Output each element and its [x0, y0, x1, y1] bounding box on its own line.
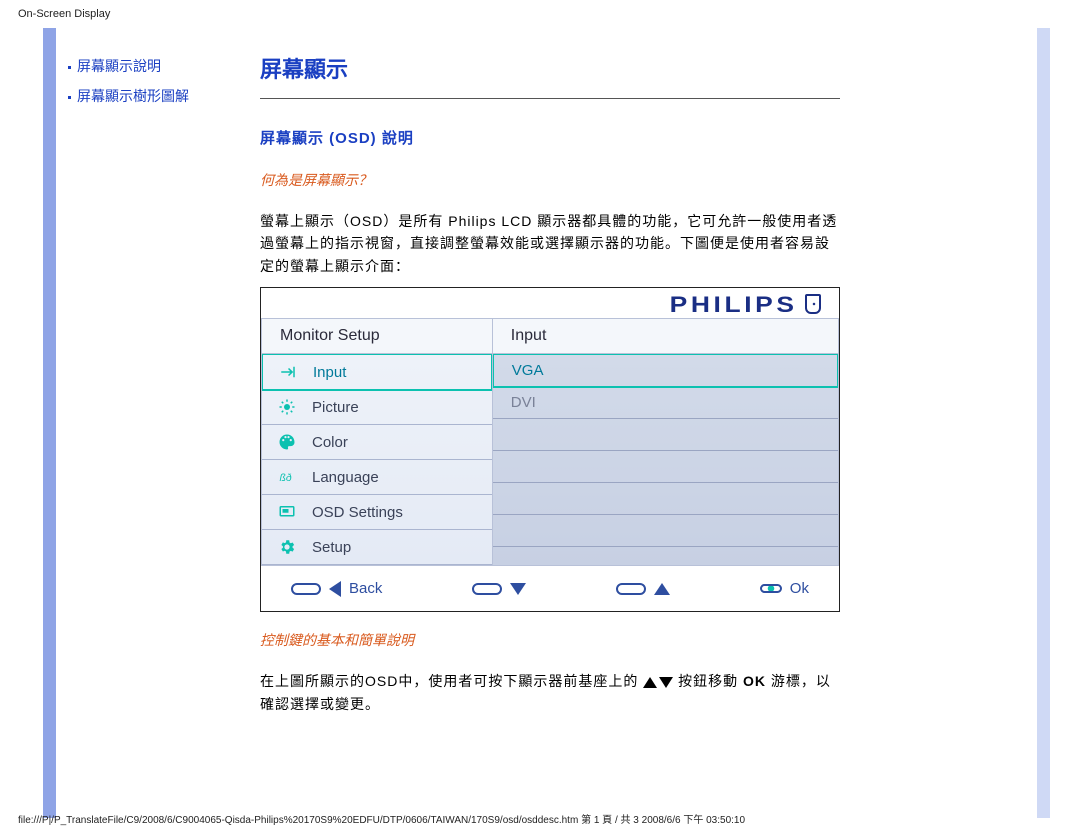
controls-heading: 控制鍵的基本和簡單說明 [260, 630, 840, 650]
triangle-up-icon [643, 677, 657, 688]
input-icon [277, 361, 299, 383]
triangle-down-icon [659, 677, 673, 688]
osd-ok-button[interactable]: Ok [760, 580, 809, 597]
pill-icon [291, 583, 321, 595]
osd-settings-icon [276, 501, 298, 523]
inline-ok-icon: OK [743, 673, 766, 689]
pill-filled-icon [760, 584, 782, 593]
osd-table: Monitor Setup Input Input Picture [261, 318, 839, 565]
osd-menu-column: Input Picture Color ßð Language [262, 354, 493, 566]
philips-shield-icon [805, 294, 821, 314]
sidebar-links: 屏幕顯示說明 屏幕顯示樹形圖解 [68, 56, 230, 106]
body-paragraph-1: 螢幕上顯示（OSD）是所有 Philips LCD 顯示器都具體的功能，它可允許… [260, 210, 840, 277]
osd-menu-label: OSD Settings [312, 504, 403, 521]
para2-part-a: 在上圖所顯示的OSD中，使用者可按下顯示器前基座上的 [260, 673, 643, 689]
right-stripe [1037, 28, 1050, 818]
svg-text:ßð: ßð [280, 472, 292, 484]
osd-sub-column: VGA DVI [492, 354, 838, 566]
osd-footer: Back Ok [261, 565, 839, 611]
sidebar-link-label: 屏幕顯示說明 [77, 56, 161, 76]
osd-menu-setup[interactable]: Setup [262, 530, 492, 565]
color-icon [276, 431, 298, 453]
osd-menu-label: Input [313, 364, 346, 381]
osd-menu-picture[interactable]: Picture [262, 390, 492, 425]
philips-logo: PHILIPS [669, 292, 797, 318]
osd-menu-osd-settings[interactable]: OSD Settings [262, 495, 492, 530]
question-heading: 何為是屏幕顯示？ [260, 170, 840, 190]
osd-menu-color[interactable]: Color [262, 425, 492, 460]
osd-sub-dvi[interactable]: DVI [493, 387, 838, 419]
footer-path: file:///P|/P_TranslateFile/C9/2008/6/C90… [18, 811, 745, 826]
sidebar-link-label: 屏幕顯示樹形圖解 [77, 86, 189, 106]
pill-icon [472, 583, 502, 595]
osd-menu-label: Color [312, 434, 348, 451]
bullet-icon [68, 96, 71, 99]
divider [260, 98, 840, 99]
triangle-left-icon [329, 581, 341, 597]
osd-body-row: Input Picture Color ßð Language [262, 354, 839, 566]
osd-menu-input[interactable]: Input [261, 353, 493, 391]
main-layout: 屏幕顯示說明 屏幕顯示樹形圖解 屏幕顯示 屏幕顯示 (OSD) 說明 何為是屏幕… [0, 28, 1080, 725]
osd-down-button[interactable] [472, 580, 526, 597]
body-paragraph-2: 在上圖所顯示的OSD中，使用者可按下顯示器前基座上的 按鈕移動 OK 游標，以確… [260, 670, 840, 715]
pill-icon [616, 583, 646, 595]
osd-sub-empty [493, 515, 838, 547]
triangle-up-icon [654, 583, 670, 595]
osd-sub-vga[interactable]: VGA [492, 353, 839, 388]
osd-menu-label: Picture [312, 399, 359, 416]
picture-icon [276, 396, 298, 418]
inline-updown-icon [643, 677, 673, 688]
osd-up-button[interactable] [616, 580, 670, 597]
page-title: 屏幕顯示 [260, 52, 840, 84]
sidebar-stripe [43, 28, 56, 818]
page-header: On-Screen Display [0, 0, 1080, 28]
sidebar: 屏幕顯示說明 屏幕顯示樹形圖解 [0, 28, 230, 725]
osd-sub-empty [493, 419, 838, 451]
sidebar-link-tree[interactable]: 屏幕顯示樹形圖解 [68, 86, 230, 106]
osd-screenshot: PHILIPS Monitor Setup Input Input [260, 287, 840, 612]
bullet-icon [68, 66, 71, 69]
sidebar-link-desc[interactable]: 屏幕顯示說明 [68, 56, 230, 76]
osd-back-label: Back [349, 580, 382, 597]
osd-ok-label: Ok [790, 580, 809, 597]
osd-sub-empty [493, 451, 838, 483]
section-heading: 屏幕顯示 (OSD) 說明 [260, 127, 840, 148]
osd-menu-language[interactable]: ßð Language [262, 460, 492, 495]
triangle-down-icon [510, 583, 526, 595]
osd-header-row: Monitor Setup Input [262, 319, 839, 354]
osd-brand-row: PHILIPS [261, 288, 839, 318]
para2-part-b: 按鈕移動 [678, 673, 743, 689]
language-icon: ßð [276, 466, 298, 488]
setup-icon [276, 536, 298, 558]
osd-menu-label: Setup [312, 539, 351, 556]
osd-col-left-header: Monitor Setup [262, 319, 493, 354]
osd-sub-empty [493, 483, 838, 515]
osd-menu-label: Language [312, 469, 379, 486]
content: 屏幕顯示 屏幕顯示 (OSD) 說明 何為是屏幕顯示？ 螢幕上顯示（OSD）是所… [230, 28, 870, 725]
osd-col-right-header: Input [492, 319, 838, 354]
osd-back-button[interactable]: Back [291, 580, 382, 597]
